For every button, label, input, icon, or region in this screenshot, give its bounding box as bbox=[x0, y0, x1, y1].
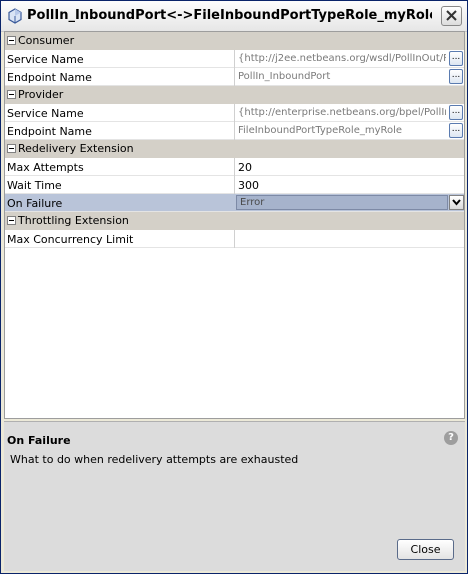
description-text: What to do when redelivery attempts are … bbox=[10, 453, 299, 466]
property-value: FileInboundPortTypeRole_myRole bbox=[238, 125, 403, 136]
wait-time-field[interactable]: 300 bbox=[238, 179, 460, 192]
property-name: Max Concurrency Limit bbox=[7, 233, 134, 246]
collapse-icon[interactable] bbox=[7, 144, 16, 153]
property-consumer-endpoint-name[interactable]: Endpoint Name PollIn_InboundPort ... bbox=[5, 68, 464, 86]
column-divider bbox=[234, 50, 235, 68]
column-divider bbox=[234, 68, 235, 86]
help-icon[interactable]: ? bbox=[444, 431, 458, 445]
window-title: PollIn_InboundPort<->FileInboundPortType… bbox=[27, 8, 432, 23]
property-value: {http://j2ee.netbeans.org/wsdl/PollInOut… bbox=[238, 53, 446, 64]
category-label: Throttling Extension bbox=[18, 214, 129, 227]
port-icon bbox=[8, 8, 22, 24]
property-value: {http://enterprise.netbeans.org/bpel/Pol… bbox=[238, 107, 446, 118]
category-label: Consumer bbox=[18, 34, 75, 47]
max-attempts-field[interactable]: 20 bbox=[238, 161, 460, 174]
property-sheet: Consumer Service Name {http://j2ee.netbe… bbox=[4, 31, 465, 419]
dropdown-button[interactable] bbox=[449, 195, 464, 210]
property-name: Endpoint Name bbox=[7, 71, 92, 84]
column-divider bbox=[234, 104, 235, 122]
ellipsis-button[interactable]: ... bbox=[449, 51, 463, 66]
close-icon bbox=[446, 10, 457, 21]
properties-window: PollIn_InboundPort<->FileInboundPortType… bbox=[0, 0, 468, 574]
column-divider bbox=[234, 176, 235, 194]
chevron-down-icon bbox=[452, 199, 461, 206]
window-close-button[interactable] bbox=[441, 6, 462, 26]
property-name: On Failure bbox=[7, 197, 63, 210]
property-consumer-service-name[interactable]: Service Name {http://j2ee.netbeans.org/w… bbox=[5, 50, 464, 68]
collapse-icon[interactable] bbox=[7, 216, 16, 225]
property-max-concurrency-limit[interactable]: Max Concurrency Limit bbox=[5, 230, 464, 248]
category-throttling-extension[interactable]: Throttling Extension bbox=[5, 212, 464, 230]
ellipsis-button[interactable]: ... bbox=[449, 69, 463, 84]
description-heading: On Failure bbox=[7, 434, 71, 447]
description-panel: On Failure ? What to do when redelivery … bbox=[4, 421, 465, 571]
property-value: PollIn_InboundPort bbox=[238, 71, 331, 82]
selected-value: Error bbox=[240, 197, 265, 208]
property-on-failure[interactable]: On Failure Error bbox=[5, 194, 464, 212]
category-provider[interactable]: Provider bbox=[5, 86, 464, 104]
property-provider-endpoint-name[interactable]: Endpoint Name FileInboundPortTypeRole_my… bbox=[5, 122, 464, 140]
collapse-icon[interactable] bbox=[7, 90, 16, 99]
property-name: Max Attempts bbox=[7, 161, 84, 174]
category-consumer[interactable]: Consumer bbox=[5, 32, 464, 50]
property-name: Wait Time bbox=[7, 179, 62, 192]
property-name: Service Name bbox=[7, 107, 84, 120]
category-label: Redelivery Extension bbox=[18, 142, 134, 155]
column-divider bbox=[234, 158, 235, 176]
close-button[interactable]: Close bbox=[397, 539, 454, 560]
column-divider bbox=[234, 230, 235, 248]
title-bar[interactable]: PollIn_InboundPort<->FileInboundPortType… bbox=[1, 1, 467, 32]
property-provider-service-name[interactable]: Service Name {http://enterprise.netbeans… bbox=[5, 104, 464, 122]
property-wait-time[interactable]: Wait Time 300 bbox=[5, 176, 464, 194]
category-redelivery-extension[interactable]: Redelivery Extension bbox=[5, 140, 464, 158]
property-name: Service Name bbox=[7, 53, 84, 66]
property-name: Endpoint Name bbox=[7, 125, 92, 138]
property-max-attempts[interactable]: Max Attempts 20 bbox=[5, 158, 464, 176]
column-divider bbox=[234, 122, 235, 140]
category-label: Provider bbox=[18, 88, 64, 101]
ellipsis-button[interactable]: ... bbox=[449, 105, 463, 120]
collapse-icon[interactable] bbox=[7, 36, 16, 45]
on-failure-select[interactable]: Error bbox=[236, 195, 448, 210]
ellipsis-button[interactable]: ... bbox=[449, 123, 463, 138]
